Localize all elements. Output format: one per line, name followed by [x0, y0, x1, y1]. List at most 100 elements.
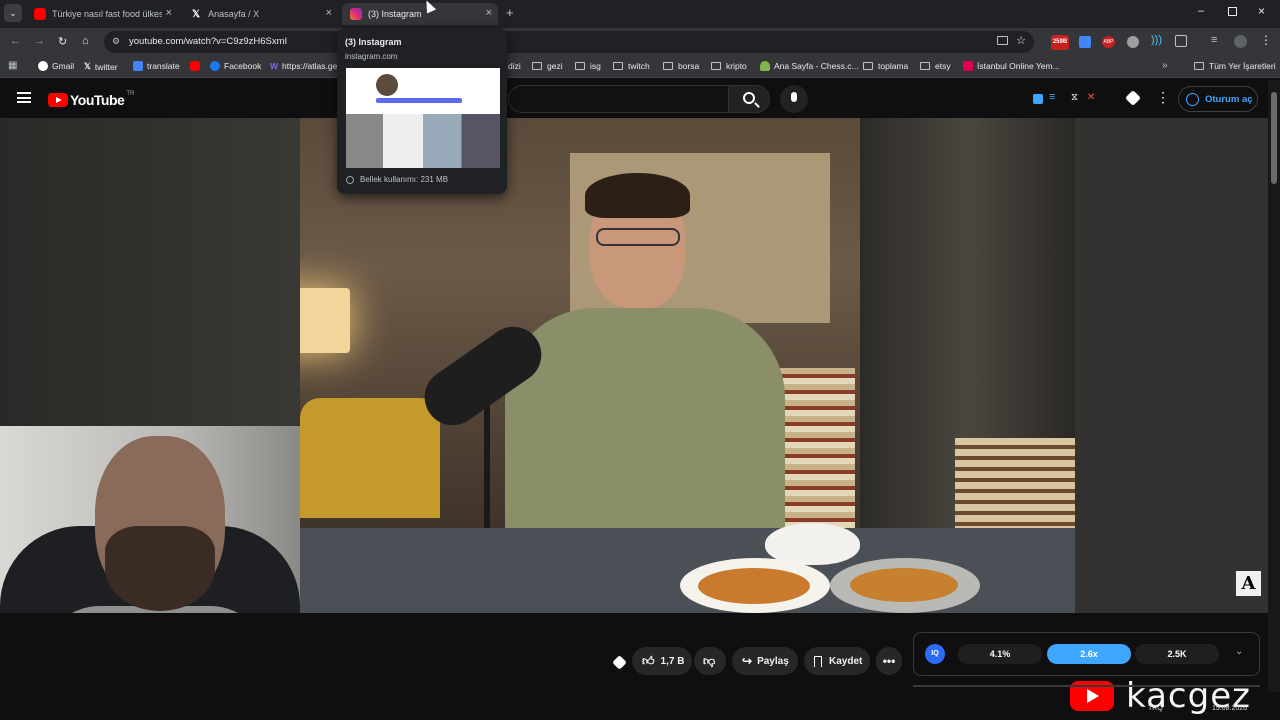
create-icon[interactable]	[1125, 90, 1141, 106]
guide-menu-icon[interactable]	[17, 92, 31, 103]
bookmark-label: Ana Sayfa - Chess.c...	[774, 61, 859, 71]
ambient-right	[1075, 118, 1268, 613]
preview-follow-bar	[376, 98, 462, 103]
thumbs-down-icon: 👎︎	[703, 653, 716, 668]
extension-wave-icon[interactable]: )))	[1151, 34, 1162, 46]
actions-spark-icon[interactable]	[612, 655, 627, 670]
home-icon[interactable]: ⌂	[82, 35, 89, 47]
bookmark-folder-twitch[interactable]: twitch	[613, 61, 650, 71]
bookmark-folder-dizi[interactable]: dizi	[508, 61, 521, 71]
video-actions-row: 👍︎ 1,7 B 👎︎ ↪ Paylaş Kaydet ••• IQ 4.1% …	[0, 613, 1268, 720]
webcam-person-beard	[105, 526, 215, 611]
progress-bar-track[interactable]	[913, 685, 1260, 687]
iq-logo-icon[interactable]: IQ	[925, 644, 945, 664]
bookmark-folder-kripto[interactable]: kripto	[711, 61, 747, 71]
bookmark-label: twitter	[94, 61, 118, 72]
folder-icon	[613, 62, 623, 70]
bookmark-label: etsy	[935, 61, 951, 71]
save-button[interactable]: Kaydet	[804, 647, 870, 675]
stew-plate	[830, 558, 980, 613]
stat-pill-percent[interactable]: 4.1%	[958, 644, 1042, 664]
tab-list-button[interactable]: ⌄	[4, 4, 22, 22]
search-icon	[743, 92, 755, 104]
address-bar[interactable]: ⚙ youtube.com/watch?v=C9z9zH6SxmI ☆	[104, 31, 1034, 53]
scrollbar-thumb[interactable]	[1271, 92, 1277, 184]
translate-extension-icon[interactable]	[1079, 36, 1091, 48]
forward-icon[interactable]: →	[34, 35, 45, 47]
bookmark-twitter[interactable]: 𝕏twitter	[84, 61, 118, 72]
extensions-puzzle-icon[interactable]	[1175, 35, 1187, 47]
close-tab-icon[interactable]: ×	[486, 7, 492, 19]
more-actions-button[interactable]: •••	[876, 647, 902, 675]
browser-tab-strip: ⌄ Türkiye nasıl fast food ülkesi ol × 𝕏 …	[0, 0, 1280, 28]
close-tab-icon[interactable]: ×	[166, 7, 172, 19]
bookmark-youtube[interactable]	[190, 61, 204, 71]
panel-expand-icon[interactable]: ⌄	[1235, 646, 1243, 657]
install-app-icon[interactable]	[997, 36, 1008, 45]
bookmark-folder-isg[interactable]: isg	[575, 61, 601, 71]
dislike-button[interactable]: 👎︎	[694, 647, 726, 675]
like-button[interactable]: 👍︎ 1,7 B	[632, 647, 692, 675]
minimize-button[interactable]: –	[1198, 5, 1204, 17]
sign-in-button[interactable]: Oturum aç	[1178, 86, 1258, 112]
bookmark-gmail[interactable]: Gmail	[38, 61, 74, 71]
youtube-logo[interactable]: YouTube TR	[48, 91, 134, 108]
maximize-button[interactable]	[1228, 7, 1237, 16]
tab-x[interactable]: 𝕏 Anasayfa / X ×	[184, 3, 338, 25]
preview-avatar	[376, 74, 398, 96]
bookmark-star-icon[interactable]: ☆	[1016, 34, 1026, 47]
search-button[interactable]	[728, 85, 770, 113]
iq-extension-icon[interactable]	[1033, 94, 1043, 104]
bookmark-folder-gezi[interactable]: gezi	[532, 61, 563, 71]
bookmark-yemeksepeti[interactable]: İstanbul Online Yem...	[963, 61, 1060, 71]
media-control-icon[interactable]: ≡	[1211, 34, 1217, 46]
stat-pill-multiplier[interactable]: 2.6x	[1047, 644, 1131, 664]
folder-icon	[532, 62, 542, 70]
like-count: 1,7 B	[660, 655, 685, 667]
close-tab-icon[interactable]: ×	[326, 7, 332, 19]
browser-menu-icon[interactable]: ⋮	[1260, 33, 1272, 47]
bookshelf-right	[775, 368, 855, 538]
site-info-icon[interactable]: ⚙	[112, 36, 120, 47]
share-button[interactable]: ↪ Paylaş	[732, 647, 798, 675]
voice-search-button[interactable]	[780, 85, 808, 113]
bookmark-folder-toplama[interactable]: toplama	[863, 61, 908, 71]
stat-pill-count[interactable]: 2.5K	[1135, 644, 1219, 664]
bookmark-chess[interactable]: Ana Sayfa - Chess.c...	[760, 61, 859, 71]
bookmark-folder-borsa[interactable]: borsa	[663, 61, 699, 71]
folder-icon	[1194, 62, 1204, 70]
extension-red-badge-icon[interactable]: 259B	[1051, 35, 1069, 50]
search-input[interactable]	[508, 85, 728, 113]
notification-off-icon[interactable]: ✕	[1087, 92, 1095, 103]
youtube-favicon-icon	[34, 8, 46, 20]
tab-instagram[interactable]: (3) Instagram ×	[342, 3, 498, 25]
more-bookmarks-icon[interactable]: »	[1162, 60, 1168, 71]
reload-icon[interactable]: ↻	[58, 35, 67, 48]
new-tab-button[interactable]: +	[506, 5, 514, 20]
url-text: youtube.com/watch?v=C9z9zH6SxmI	[129, 36, 288, 47]
presenter-hair	[585, 173, 690, 218]
bookmark-translate[interactable]: translate	[133, 61, 180, 71]
bookmark-facebook[interactable]: Facebook	[210, 61, 261, 71]
extension-circle-icon[interactable]	[1127, 36, 1139, 48]
settings-menu-icon[interactable]: ⋮	[1156, 89, 1170, 106]
back-icon[interactable]: ←	[10, 35, 21, 47]
list-icon[interactable]: ≡	[1049, 91, 1055, 103]
bookmark-atlas[interactable]: Whttps://atlas.ge	[270, 61, 337, 71]
bookmark-label: Gmail	[52, 61, 75, 71]
page-scrollbar[interactable]	[1268, 80, 1280, 692]
filter-icon[interactable]: ⧖	[1071, 92, 1078, 103]
bookmark-folder-etsy[interactable]: etsy	[920, 61, 951, 71]
close-window-button[interactable]: ×	[1258, 4, 1265, 18]
tab-youtube[interactable]: Türkiye nasıl fast food ülkesi ol ×	[26, 3, 178, 25]
sign-in-label: Oturum aç	[1205, 93, 1253, 105]
apps-grid-icon[interactable]: ▦	[8, 60, 17, 71]
adblock-extension-icon[interactable]: ABP	[1102, 36, 1115, 48]
bookmark-label: https://atlas.ge	[282, 61, 338, 71]
tab-hover-card: (3) Instagram instagram.com Bellek kulla…	[337, 28, 507, 194]
rice-plate	[680, 558, 830, 613]
bookshelf-far-right	[955, 438, 1075, 538]
bookmark-label: translate	[147, 61, 180, 71]
bookmark-folder-all[interactable]: Tüm Yer İşaretleri	[1194, 61, 1276, 71]
profile-avatar[interactable]	[1234, 35, 1247, 48]
